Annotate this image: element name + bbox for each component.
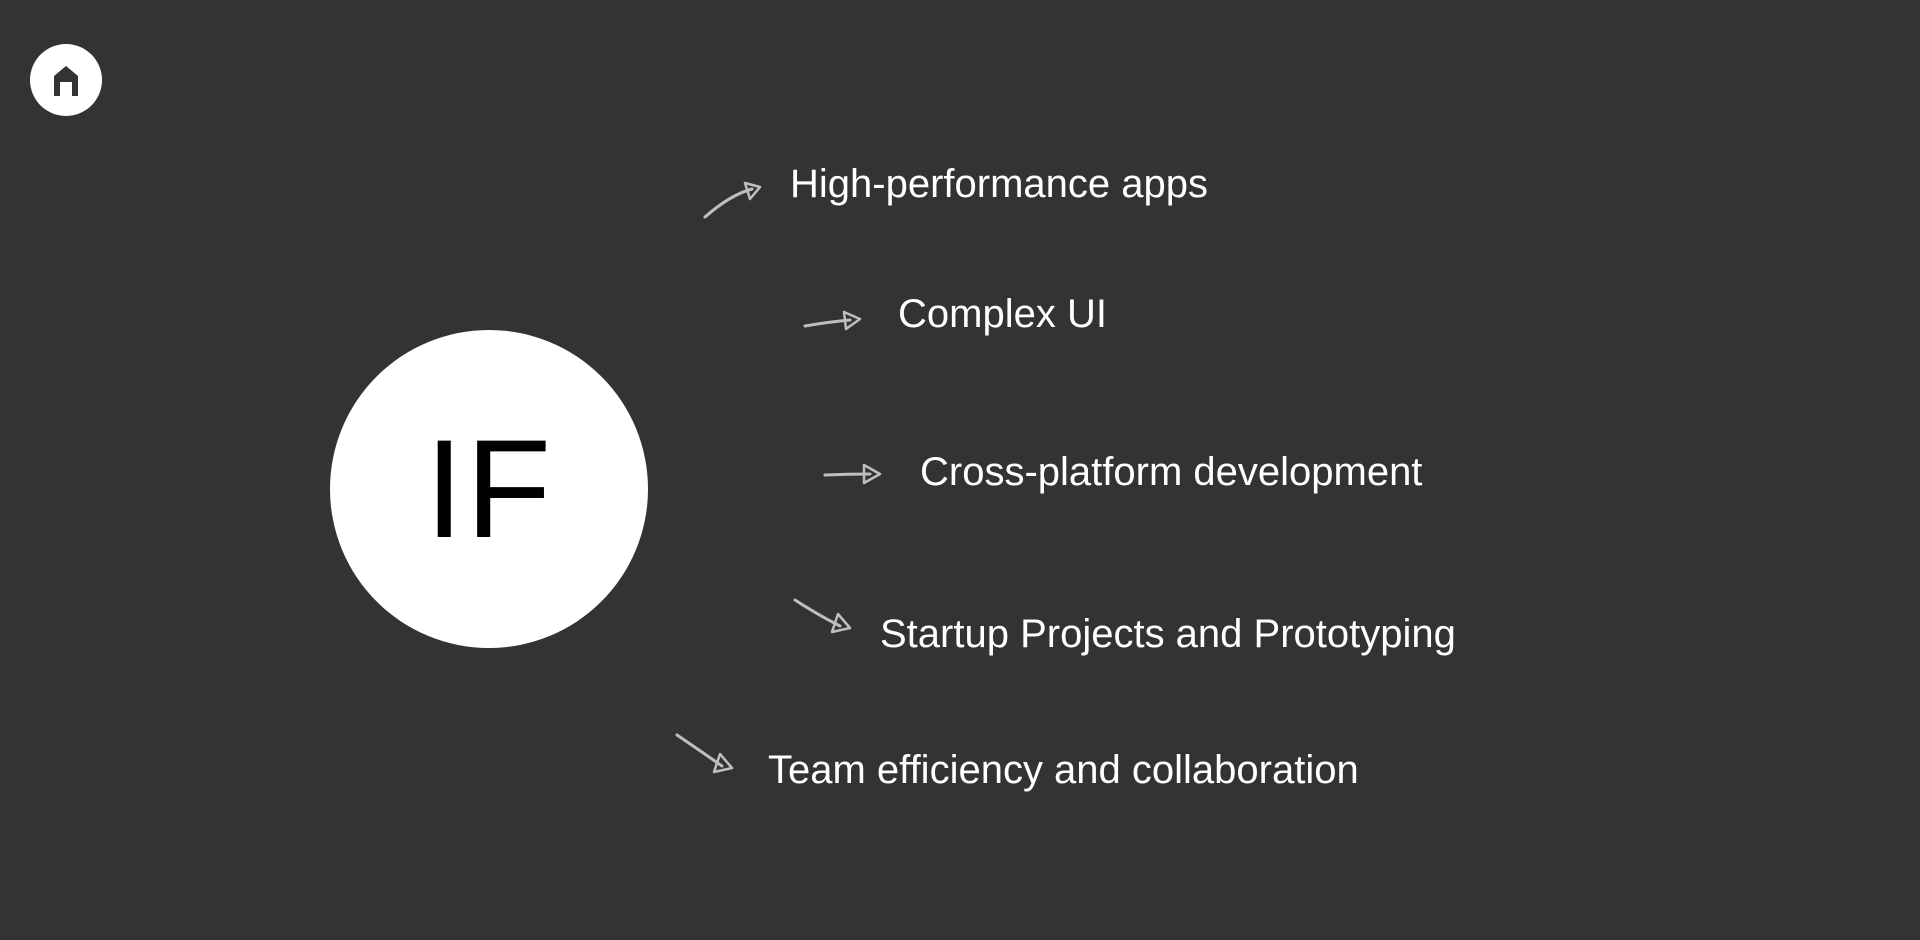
item-text: Complex UI: [898, 292, 1107, 337]
if-badge: IF: [330, 330, 648, 648]
list-item: Cross-platform development: [920, 450, 1422, 495]
arrow-icon: [672, 730, 742, 780]
arrow-icon: [790, 592, 860, 642]
corner-logo: [30, 44, 102, 116]
house-icon: [46, 60, 86, 100]
item-text: Team efficiency and collaboration: [768, 748, 1359, 793]
arrow-icon: [820, 450, 890, 500]
arrow-icon: [700, 175, 770, 225]
arrow-icon: [800, 298, 870, 348]
if-badge-text: IF: [425, 419, 553, 559]
item-text: High-performance apps: [790, 162, 1208, 207]
list-item: Team efficiency and collaboration: [768, 748, 1359, 793]
item-text: Startup Projects and Prototyping: [880, 612, 1456, 657]
list-item: High-performance apps: [790, 162, 1208, 207]
item-text: Cross-platform development: [920, 450, 1422, 495]
list-item: Complex UI: [898, 292, 1107, 337]
list-item: Startup Projects and Prototyping: [880, 612, 1456, 657]
